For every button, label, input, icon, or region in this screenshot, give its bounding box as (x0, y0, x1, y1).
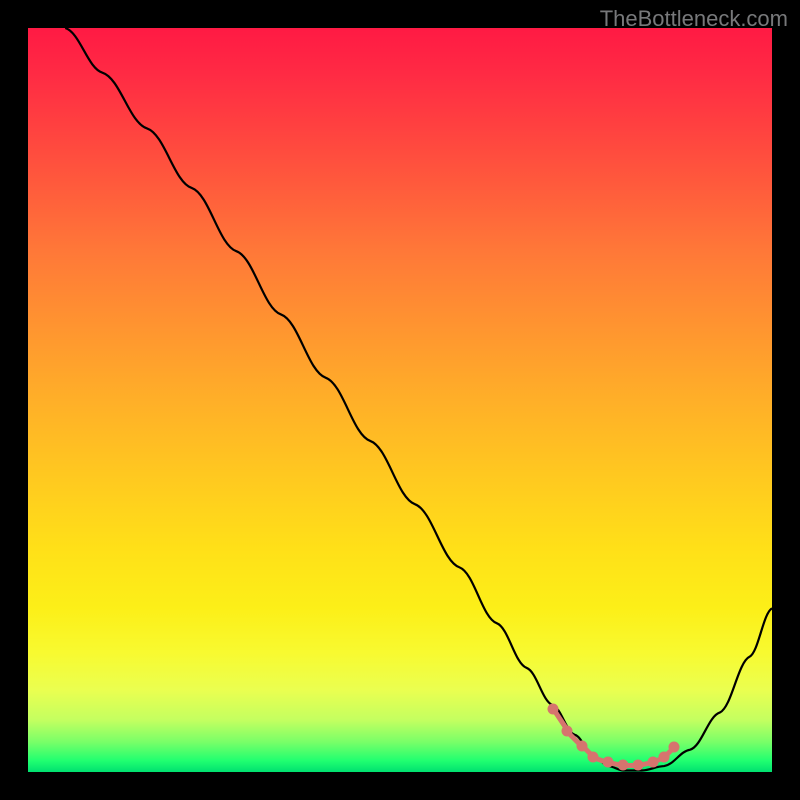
highlight-dot (659, 752, 670, 763)
curve-svg (28, 28, 772, 772)
highlight-dot (603, 757, 614, 768)
main-curve (65, 28, 772, 771)
highlight-dot (633, 760, 644, 771)
highlight-dot (577, 740, 588, 751)
highlight-dot (547, 703, 558, 714)
highlight-dot (588, 752, 599, 763)
highlight-dot (647, 757, 658, 768)
highlight-dot (562, 726, 573, 737)
watermark-text: TheBottleneck.com (600, 6, 788, 32)
highlight-dot (618, 760, 629, 771)
chart-area (28, 28, 772, 772)
highlight-dot (668, 742, 679, 753)
